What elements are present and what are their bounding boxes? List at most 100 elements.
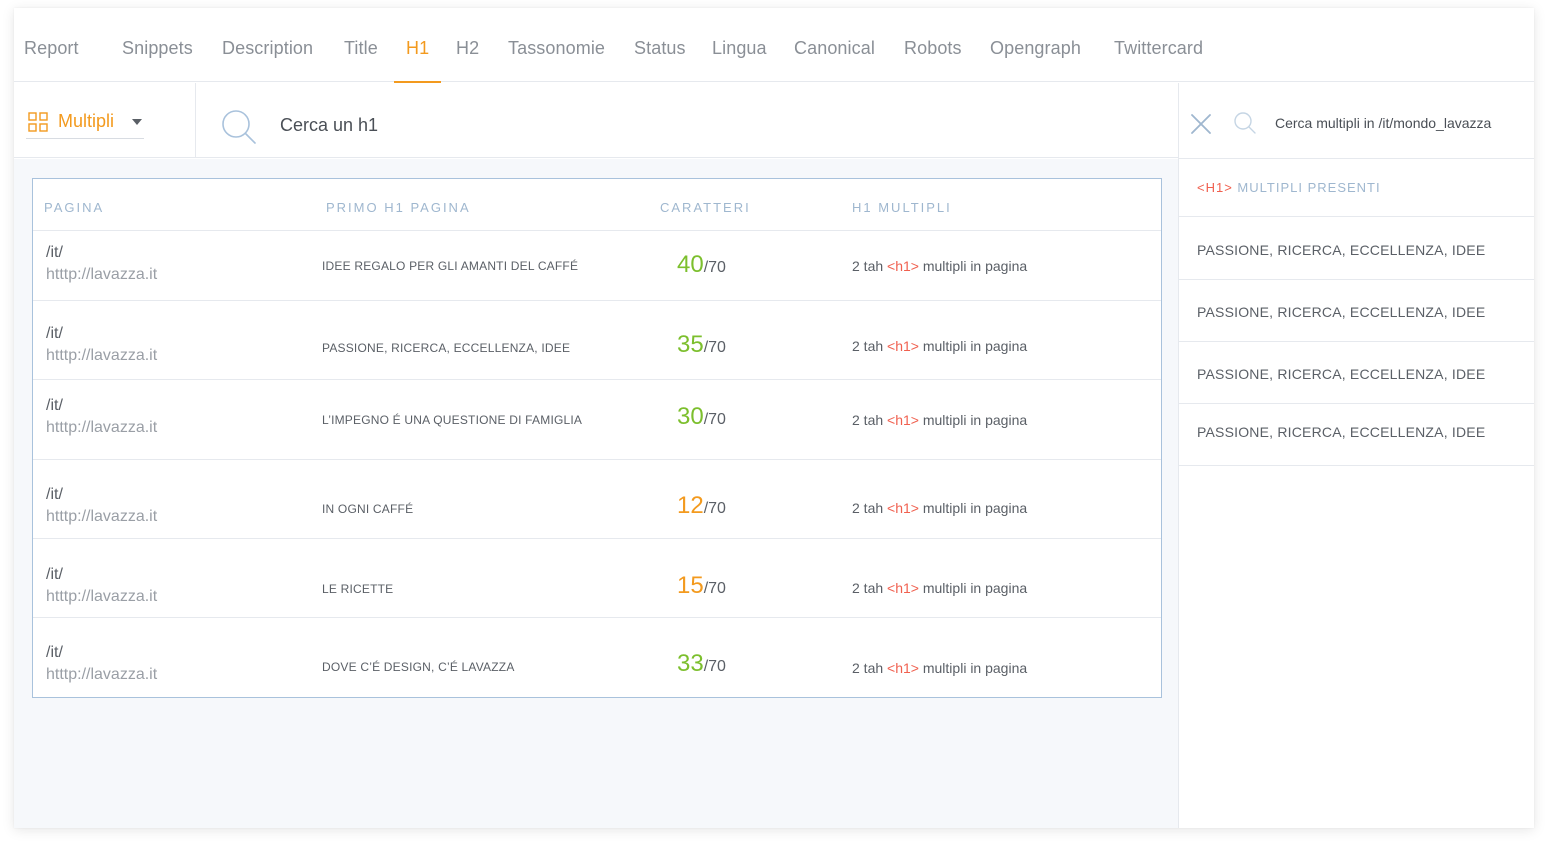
filter-label: Multipli <box>58 111 115 131</box>
row-char-count: 15/70 <box>677 572 726 600</box>
row-h1-text: DOVE C’É DESIGN, C’É LAVAZZA <box>322 660 515 674</box>
row-url[interactable]: htttp://lavazza.it <box>46 266 157 284</box>
column-header-caratteri[interactable]: CARATTERI <box>660 200 751 215</box>
tab-h1[interactable]: H1 <box>393 38 442 83</box>
h1-table: PAGINA PRIMO H1 PAGINA CARATTERI H1 MULT… <box>32 178 1162 698</box>
row-path: /it/ <box>46 486 63 503</box>
tab-description[interactable]: Description <box>222 38 313 82</box>
panel-header <box>1179 83 1534 159</box>
row-multi-info: 2 tah <h1> multipli in pagina <box>852 258 1028 274</box>
tab-h2[interactable]: H2 <box>456 38 479 82</box>
char-count-value: 15 <box>677 572 704 599</box>
list-item-label: PASSIONE, RICERCA, ECCELLENZA, IDEE <box>1197 304 1486 320</box>
char-count-value: 12 <box>677 492 704 519</box>
char-count-value: 35 <box>677 331 704 358</box>
app-window: Report Snippets Description Title H1 H2 … <box>14 8 1534 828</box>
toolbar: Multipli <box>14 83 1178 158</box>
row-h1-text: LE RICETTE <box>322 582 394 596</box>
h1-tag: <h1> <box>887 580 919 596</box>
tab-twittercard[interactable]: Twittercard <box>1114 38 1203 82</box>
tab-opengraph[interactable]: Opengraph <box>990 38 1081 82</box>
table-row[interactable]: /it/ htttp://lavazza.it IDEE REGALO PER … <box>33 231 1161 301</box>
h1-tag: <h1> <box>887 338 919 354</box>
list-item[interactable]: PASSIONE, RICERCA, ECCELLENZA, IDEE <box>1179 218 1534 280</box>
row-multi-info: 2 tah <h1> multipli in pagina <box>852 338 1028 354</box>
divider <box>195 83 196 158</box>
search-icon[interactable] <box>1233 111 1257 135</box>
column-header-pagina[interactable]: PAGINA <box>44 200 104 215</box>
char-count-max: /70 <box>703 500 726 517</box>
char-count-value: 30 <box>677 403 704 430</box>
filter-dropdown[interactable]: Multipli <box>26 107 144 139</box>
row-path: /it/ <box>46 566 63 583</box>
h1-tag: <h1> <box>887 258 919 274</box>
h1-tag: <h1> <box>887 660 919 676</box>
row-multi-info: 2 tah <h1> multipli in pagina <box>852 412 1028 428</box>
row-multi-info: 2 tah <h1> multipli in pagina <box>852 660 1028 676</box>
table-row[interactable]: /it/ htttp://lavazza.it L’IMPEGNO É UNA … <box>33 380 1161 460</box>
table-header: PAGINA PRIMO H1 PAGINA CARATTERI H1 MULT… <box>33 179 1161 231</box>
row-char-count: 12/70 <box>677 492 726 520</box>
row-url[interactable]: htttp://lavazza.it <box>46 508 157 526</box>
row-url[interactable]: htttp://lavazza.it <box>46 347 157 365</box>
list-item[interactable]: PASSIONE, RICERCA, ECCELLENZA, IDEE <box>1179 342 1534 404</box>
tab-title[interactable]: Title <box>344 38 378 82</box>
char-count-max: /70 <box>703 339 726 356</box>
row-char-count: 40/70 <box>677 251 726 279</box>
chevron-down-icon <box>132 119 142 125</box>
tab-snippets[interactable]: Snippets <box>122 38 193 82</box>
row-path: /it/ <box>46 325 63 342</box>
row-path: /it/ <box>46 397 63 414</box>
row-url[interactable]: htttp://lavazza.it <box>46 419 157 437</box>
row-multi-info: 2 tah <h1> multipli in pagina <box>852 500 1028 516</box>
search-icon[interactable] <box>220 108 258 146</box>
table-row[interactable]: /it/ htttp://lavazza.it PASSIONE, RICERC… <box>33 301 1161 380</box>
tab-canonical[interactable]: Canonical <box>794 38 875 82</box>
char-count-value: 33 <box>677 650 704 677</box>
column-header-h1-multipli[interactable]: H1 MULTIPLI <box>852 200 952 215</box>
char-count-value: 40 <box>677 251 704 278</box>
list-item-label: PASSIONE, RICERCA, ECCELLENZA, IDEE <box>1197 242 1486 258</box>
list-item-label: PASSIONE, RICERCA, ECCELLENZA, IDEE <box>1197 424 1486 440</box>
row-url[interactable]: htttp://lavazza.it <box>46 588 157 606</box>
list-item[interactable]: PASSIONE, RICERCA, ECCELLENZA, IDEE <box>1179 280 1534 342</box>
row-multi-info: 2 tah <h1> multipli in pagina <box>852 580 1028 596</box>
list-item[interactable]: PASSIONE, RICERCA, ECCELLENZA, IDEE <box>1179 404 1534 466</box>
close-icon[interactable] <box>1190 113 1212 135</box>
char-count-max: /70 <box>703 411 726 428</box>
h1-tag: <h1> <box>887 412 919 428</box>
panel-title: <H1> MULTIPLI PRESENTI <box>1179 159 1534 217</box>
tab-bar: Report Snippets Description Title H1 H2 … <box>14 8 1534 83</box>
row-char-count: 33/70 <box>677 650 726 678</box>
multi-h1-panel: <H1> MULTIPLI PRESENTI PASSIONE, RICERCA… <box>1178 83 1534 828</box>
tab-status[interactable]: Status <box>634 38 686 82</box>
list-item-label: PASSIONE, RICERCA, ECCELLENZA, IDEE <box>1197 366 1486 382</box>
tab-robots[interactable]: Robots <box>904 38 962 82</box>
row-h1-text: PASSIONE, RICERCA, ECCELLENZA, IDEE <box>322 341 571 355</box>
char-count-max: /70 <box>703 580 726 597</box>
panel-title-text: MULTIPLI PRESENTI <box>1232 180 1381 195</box>
row-h1-text: IN OGNI CAFFÉ <box>322 502 414 516</box>
column-header-primo-h1[interactable]: PRIMO H1 PAGINA <box>326 200 471 215</box>
row-path: /it/ <box>46 644 63 661</box>
tab-tassonomie[interactable]: Tassonomie <box>508 38 605 82</box>
table-row[interactable]: /it/ htttp://lavazza.it IN OGNI CAFFÉ 12… <box>33 460 1161 539</box>
row-char-count: 30/70 <box>677 403 726 431</box>
grid-icon <box>28 112 48 132</box>
table-row[interactable]: /it/ htttp://lavazza.it DOVE C’É DESIGN,… <box>33 618 1161 697</box>
row-url[interactable]: htttp://lavazza.it <box>46 666 157 684</box>
row-path: /it/ <box>46 244 63 261</box>
table-row[interactable]: /it/ htttp://lavazza.it LE RICETTE 15/70… <box>33 539 1161 618</box>
tab-lingua[interactable]: Lingua <box>712 38 767 82</box>
search-input[interactable] <box>280 109 1140 141</box>
tab-report[interactable]: Report <box>24 38 79 82</box>
main-content: PAGINA PRIMO H1 PAGINA CARATTERI H1 MULT… <box>14 159 1178 828</box>
panel-search-input[interactable] <box>1275 111 1525 135</box>
h1-tag: <H1> <box>1197 180 1233 195</box>
row-h1-text: L’IMPEGNO É UNA QUESTIONE DI FAMIGLIA <box>322 413 583 427</box>
row-char-count: 35/70 <box>677 331 726 359</box>
row-h1-text: IDEE REGALO PER GLI AMANTI DEL CAFFÉ <box>322 259 579 273</box>
h1-tag: <h1> <box>887 500 919 516</box>
char-count-max: /70 <box>703 259 726 276</box>
char-count-max: /70 <box>703 658 726 675</box>
